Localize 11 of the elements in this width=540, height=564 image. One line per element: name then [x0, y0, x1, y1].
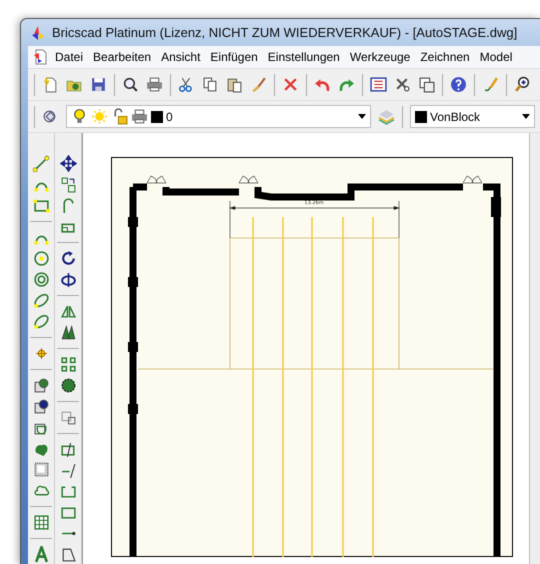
menu-item[interactable]: Model [474, 50, 518, 64]
menu-item[interactable]: Datei [50, 50, 88, 64]
menu-item[interactable]: Zeichnen [415, 50, 475, 64]
layer-dropdown[interactable]: 0 [66, 105, 371, 128]
color-dropdown[interactable]: VonBlock [410, 105, 535, 128]
menu-item[interactable]: Bearbeiten [88, 50, 156, 64]
menu-item[interactable]: Einfügen [205, 50, 263, 64]
window-title: Bricscad Platinum (Lizenz, NICHT ZUM WIEDERVERKAUF) - [AutoSTAGE.dwg] [52, 25, 518, 40]
menu-item[interactable]: Einstellungen [262, 50, 345, 64]
menu-item[interactable]: Ansicht [156, 50, 206, 64]
menu-item[interactable]: Werkzeuge [344, 50, 416, 64]
